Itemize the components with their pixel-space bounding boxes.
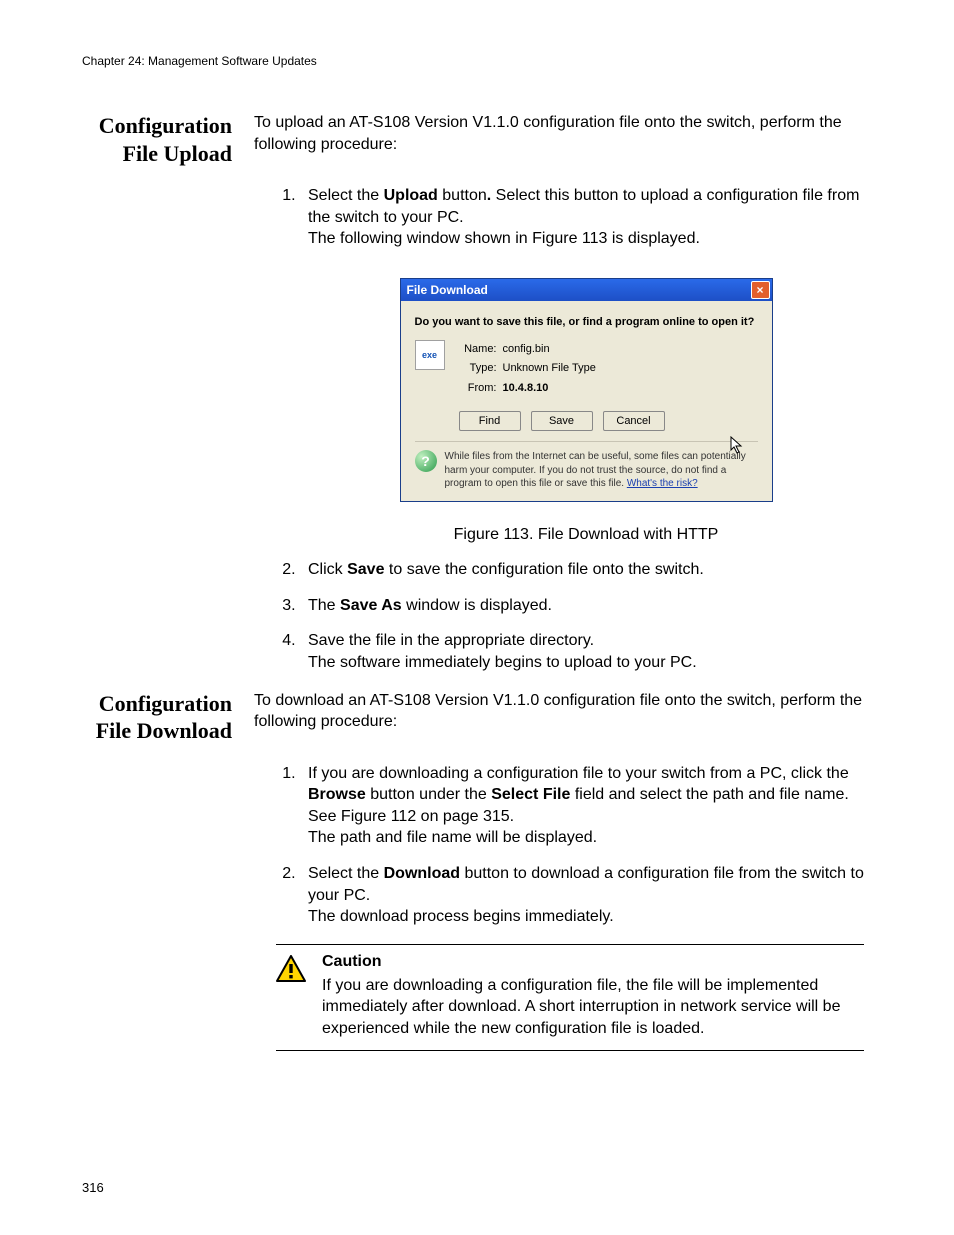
caution-content: Caution If you are downloading a configu… [322, 953, 864, 1040]
dialog-titlebar: File Download × [401, 279, 772, 301]
upload-step-4: Save the file in the appropriate directo… [300, 630, 864, 673]
dialog-question: Do you want to save this file, or find a… [415, 315, 758, 330]
whats-the-risk-link[interactable]: What's the risk? [627, 478, 698, 489]
help-icon: ? [415, 450, 437, 472]
upload-steps: Select the Upload button. Select this bu… [276, 185, 864, 674]
download-heading-line2: File Download [96, 718, 232, 743]
close-icon[interactable]: × [751, 281, 770, 299]
dialog-info: exe Name:config.bin Type:Unknown File Ty… [415, 340, 758, 436]
warning-text: While files from the Internet can be use… [445, 450, 758, 491]
caution-text: If you are downloading a configuration f… [322, 975, 864, 1040]
page-number: 316 [82, 1180, 104, 1195]
cancel-button[interactable]: Cancel [603, 411, 665, 431]
find-button[interactable]: Find [459, 411, 521, 431]
download-heading: Configuration File Download [82, 690, 254, 745]
dialog-title: File Download [407, 282, 488, 298]
download-step-2: Select the Download button to download a… [300, 863, 864, 928]
upload-heading-line2: File Upload [123, 141, 232, 166]
upload-step-2: Click Save to save the configuration fil… [300, 559, 864, 581]
upload-heading-line1: Configuration [99, 113, 232, 138]
download-heading-line1: Configuration [99, 691, 232, 716]
save-button[interactable]: Save [531, 411, 593, 431]
figure-caption: Figure 113. File Download with HTTP [308, 524, 864, 546]
upload-intro: To upload an AT-S108 Version V1.1.0 conf… [254, 112, 864, 155]
upload-step-1: Select the Upload button. Select this bu… [300, 185, 864, 545]
file-type: Unknown File Type [503, 361, 600, 379]
dialog-buttons: Find Save Cancel [459, 401, 665, 435]
caution-title: Caution [322, 953, 864, 971]
download-step-1: If you are downloading a configuration f… [300, 763, 864, 849]
dialog-fields: Name:config.bin Type:Unknown File Type F… [459, 340, 665, 436]
dialog-warning: ? While files from the Internet can be u… [415, 450, 758, 491]
cursor-icon [730, 436, 746, 456]
dialog-body: Do you want to save this file, or find a… [401, 301, 772, 501]
file-name: config.bin [503, 342, 600, 360]
dialog-divider [415, 441, 758, 442]
caution-icon [276, 955, 310, 988]
file-from: 10.4.8.10 [503, 381, 600, 399]
upload-heading: Configuration File Upload [82, 112, 254, 167]
caution-block: Caution If you are downloading a configu… [276, 944, 864, 1051]
section-download: Configuration File Download To download … [82, 690, 864, 745]
file-icon: exe [415, 340, 445, 370]
upload-step-3: The Save As window is displayed. [300, 595, 864, 617]
chapter-header: Chapter 24: Management Software Updates [82, 54, 864, 68]
download-steps: If you are downloading a configuration f… [276, 763, 864, 928]
download-intro: To download an AT-S108 Version V1.1.0 co… [254, 690, 864, 733]
file-download-dialog: File Download × Do you want to save this… [400, 278, 773, 502]
section-upload: Configuration File Upload To upload an A… [82, 112, 864, 167]
page: Chapter 24: Management Software Updates … [0, 0, 954, 1235]
